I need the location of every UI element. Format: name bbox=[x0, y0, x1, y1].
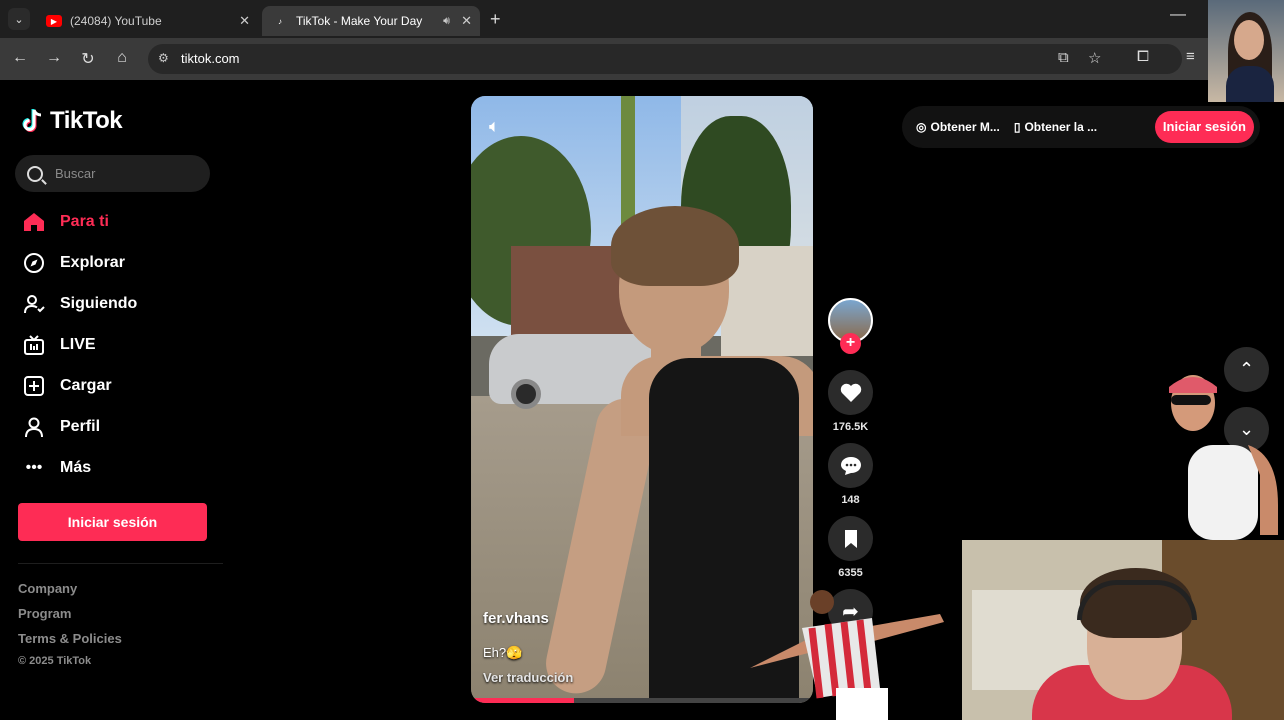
extensions-icon[interactable]: ⧠ bbox=[1137, 48, 1149, 65]
search-icon bbox=[27, 165, 43, 182]
follow-plus-icon[interactable]: + bbox=[840, 333, 861, 354]
like-button[interactable] bbox=[828, 370, 873, 415]
youtube-icon: ▶ bbox=[46, 15, 62, 27]
translate-link[interactable]: Ver traducción bbox=[483, 670, 573, 685]
overlay-body bbox=[1226, 66, 1274, 102]
sidebar-divider bbox=[18, 563, 223, 564]
more-icon: ••• bbox=[25, 459, 43, 476]
volume-icon[interactable]: 🔈︎ bbox=[489, 116, 500, 137]
footer-company-link[interactable]: Company bbox=[18, 581, 77, 596]
upload-icon bbox=[22, 374, 46, 398]
new-tab-button[interactable]: + bbox=[490, 9, 501, 30]
tab-title: (24084) YouTube bbox=[70, 14, 162, 28]
video-progress-fill bbox=[471, 698, 574, 703]
url-text[interactable]: tiktok.com bbox=[181, 51, 240, 66]
sticker-man-overlay bbox=[1169, 375, 1278, 540]
address-bar[interactable]: ⚙ tiktok.com ⧉ ☆ bbox=[148, 44, 1182, 74]
forward-button[interactable]: → bbox=[44, 49, 64, 67]
nav-label: Más bbox=[60, 459, 92, 476]
live-icon bbox=[22, 333, 46, 357]
speaker-icon[interactable]: 🔊︎ bbox=[443, 15, 450, 28]
home-button[interactable]: ⌂ bbox=[112, 49, 132, 67]
footer-terms-link[interactable]: Terms & Policies bbox=[18, 631, 122, 646]
nav-item-siguiendo[interactable]: Siguiendo bbox=[22, 287, 222, 321]
overlay-face bbox=[1234, 20, 1264, 60]
tiktok-logo[interactable]: TikTok bbox=[22, 107, 123, 135]
car-wheel bbox=[511, 379, 541, 409]
sticker-player-overlay bbox=[750, 590, 944, 720]
sidebar-login-button[interactable]: Iniciar sesión bbox=[18, 503, 207, 541]
top-actions-bar: ◎ Obtener M... ▯ Obtener la ... Iniciar … bbox=[902, 106, 1260, 148]
save-count: 6355 bbox=[838, 567, 863, 579]
nav-label: Para ti bbox=[60, 213, 109, 230]
nav-item-perfil[interactable]: Perfil bbox=[22, 410, 222, 444]
search-placeholder: Buscar bbox=[55, 166, 96, 181]
footer-copyright: © 2025 TikTok bbox=[18, 655, 92, 667]
close-tab-icon[interactable]: ✕ bbox=[461, 13, 472, 29]
tab-youtube[interactable]: ▶ (24084) YouTube ✕ bbox=[36, 6, 258, 36]
tab-tiktok[interactable]: ♪ TikTok - Make Your Day 🔊︎ ✕ bbox=[262, 6, 480, 36]
footer-program-link[interactable]: Program bbox=[18, 606, 71, 621]
save-button[interactable] bbox=[828, 516, 873, 561]
install-app-icon[interactable]: ⧉ bbox=[1058, 49, 1069, 66]
search-input[interactable]: Buscar bbox=[15, 155, 210, 192]
phone-icon: ▯ bbox=[1013, 120, 1021, 134]
get-coins-label: Obtener M... bbox=[930, 120, 1000, 134]
nav-item-para-ti[interactable]: Para ti bbox=[22, 205, 222, 239]
home-icon bbox=[22, 210, 46, 234]
logo-text: TikTok bbox=[50, 107, 123, 134]
close-tab-icon[interactable]: ✕ bbox=[239, 13, 250, 29]
get-app-button[interactable]: ▯ Obtener la ... bbox=[1014, 120, 1097, 134]
heart-icon bbox=[840, 383, 861, 402]
browser-toolbar: ← → ↻ ⌂ ⚙ tiktok.com ⧉ ☆ ⧠ ≡ bbox=[0, 38, 1284, 80]
nav-item-live[interactable]: LIVE bbox=[22, 328, 222, 362]
comment-icon bbox=[840, 456, 861, 475]
like-count: 176.5K bbox=[832, 421, 869, 433]
profile-icon bbox=[22, 415, 46, 439]
bookmark-icon bbox=[844, 529, 857, 548]
video-username[interactable]: fer.vhans bbox=[483, 610, 549, 627]
nav-label: Explorar bbox=[60, 254, 125, 271]
top-login-button[interactable]: Iniciar sesión bbox=[1154, 111, 1254, 143]
streamer-cam-overlay bbox=[1208, 0, 1284, 102]
nav-item-cargar[interactable]: Cargar bbox=[22, 369, 222, 403]
tab-search-button[interactable]: ⌄ bbox=[8, 8, 30, 30]
bookmark-star-icon[interactable]: ☆ bbox=[1088, 49, 1101, 67]
tab-title: TikTok - Make Your Day bbox=[296, 14, 423, 28]
following-icon bbox=[22, 292, 46, 316]
site-info-icon[interactable]: ⚙ bbox=[158, 51, 169, 65]
minimize-window-button[interactable]: — bbox=[1170, 6, 1186, 24]
tiktok-icon: ♪ bbox=[278, 16, 282, 26]
nav-item-explorar[interactable]: Explorar bbox=[22, 246, 222, 280]
nav-label: LIVE bbox=[60, 336, 96, 353]
nav-label: Siguiendo bbox=[60, 295, 138, 312]
browser-tab-bar: ⌄ ▶ (24084) YouTube ✕ ♪ TikTok - Make Yo… bbox=[0, 0, 1284, 38]
tiktok-note-icon bbox=[22, 109, 42, 132]
nav-label: Perfil bbox=[60, 418, 101, 435]
comment-count: 148 bbox=[841, 494, 860, 506]
get-app-label: Obtener la ... bbox=[1024, 120, 1098, 134]
back-button[interactable]: ← bbox=[10, 49, 30, 67]
media-controls-icon[interactable]: ≡ bbox=[1186, 48, 1195, 65]
coin-icon: ◎ bbox=[916, 120, 927, 134]
video-caption: Eh?🫣 bbox=[483, 645, 523, 660]
nav-label: Cargar bbox=[60, 377, 112, 394]
get-coins-button[interactable]: ◎ Obtener M... bbox=[916, 120, 1000, 134]
compass-icon bbox=[22, 251, 46, 275]
nav-item-mas[interactable]: ••• Más bbox=[22, 451, 222, 485]
comment-button[interactable] bbox=[828, 443, 873, 488]
webcam-headphones bbox=[1077, 580, 1197, 620]
reload-button[interactable]: ↻ bbox=[78, 49, 98, 69]
video-person-hair bbox=[611, 206, 739, 286]
streamer-webcam-overlay bbox=[962, 540, 1284, 720]
